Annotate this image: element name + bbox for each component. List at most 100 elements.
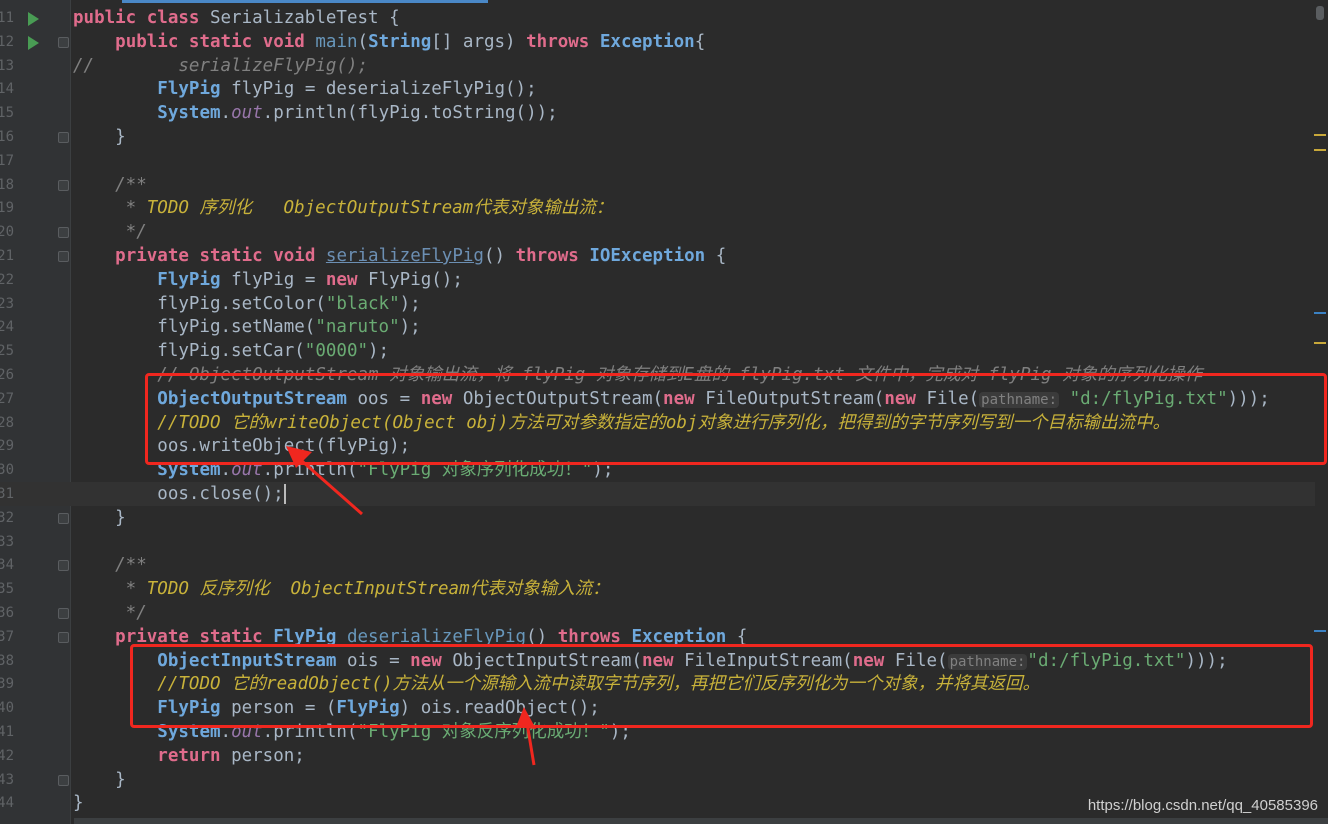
line-number[interactable]: 30	[0, 458, 14, 482]
usage-marker[interactable]	[1314, 312, 1326, 314]
code-line[interactable]: 17	[0, 149, 1315, 173]
code-text[interactable]: flyPig.setName("naruto");	[73, 315, 420, 339]
code-line[interactable]: 11 public class SerializableTest {	[0, 6, 1315, 30]
code-text[interactable]: flyPig.setCar("0000");	[73, 339, 389, 363]
code-text[interactable]: /**	[73, 173, 147, 197]
code-text[interactable]: public static void main(String[] args) t…	[73, 30, 705, 54]
code-text[interactable]: return person;	[73, 744, 305, 768]
code-editor[interactable]: 11 public class SerializableTest {12 publ…	[0, 0, 1328, 824]
line-number[interactable]: 34	[0, 553, 14, 577]
code-line[interactable]: 18 /**	[0, 173, 1315, 197]
code-line[interactable]: 43 }	[0, 768, 1315, 792]
fold-icon[interactable]	[58, 560, 69, 572]
code-line[interactable]: 31 oos.close();	[0, 482, 1315, 506]
code-text[interactable]: // serializeFlyPig();	[73, 54, 368, 78]
code-line[interactable]: 12 public static void main(String[] args…	[0, 30, 1315, 54]
line-number[interactable]: 41	[0, 720, 14, 744]
todo-marker[interactable]	[1314, 342, 1326, 344]
line-number[interactable]: 18	[0, 173, 14, 197]
code-line[interactable]: 32 }	[0, 506, 1315, 530]
code-line[interactable]: 13 // serializeFlyPig();	[0, 54, 1315, 78]
code-token: static	[199, 246, 274, 266]
code-text[interactable]: * TODO 反序列化 ObjectInputStream代表对象输入流：	[73, 577, 610, 601]
code-text[interactable]: flyPig.setColor("black");	[73, 292, 420, 316]
code-text[interactable]: * TODO 序列化 ObjectOutputStream代表对象输出流：	[73, 196, 614, 220]
fold-icon[interactable]	[58, 179, 69, 191]
code-line[interactable]: 42 return person;	[0, 744, 1315, 768]
code-line[interactable]: 36 */	[0, 601, 1315, 625]
fold-icon[interactable]	[58, 227, 69, 239]
line-number[interactable]: 39	[0, 672, 14, 696]
line-number[interactable]: 11	[0, 6, 14, 30]
run-icon[interactable]	[28, 35, 39, 50]
fold-icon[interactable]	[58, 608, 69, 619]
code-line[interactable]: 15 System.out.println(flyPig.toString())…	[0, 101, 1315, 125]
code-text[interactable]: /**	[73, 553, 147, 577]
line-number[interactable]: 22	[0, 268, 14, 292]
todo-marker[interactable]	[1314, 149, 1326, 151]
line-number[interactable]: 33	[0, 530, 14, 554]
line-number[interactable]: 29	[0, 434, 14, 458]
code-text[interactable]: */	[73, 220, 147, 244]
line-number[interactable]: 24	[0, 315, 14, 339]
line-number[interactable]: 44	[0, 791, 14, 815]
line-number[interactable]: 27	[0, 387, 14, 411]
line-number[interactable]: 12	[0, 30, 14, 54]
code-text[interactable]: public class SerializableTest {	[73, 6, 400, 30]
code-line[interactable]: 25 flyPig.setCar("0000");	[0, 339, 1315, 363]
code-line[interactable]: 23 flyPig.setColor("black");	[0, 292, 1315, 316]
code-line[interactable]: 16 }	[0, 125, 1315, 149]
code-text[interactable]: }	[73, 125, 126, 149]
fold-icon[interactable]	[58, 512, 69, 524]
line-number[interactable]: 38	[0, 649, 14, 673]
vertical-scrollbar-thumb[interactable]	[1316, 6, 1324, 20]
code-text[interactable]: }	[73, 791, 84, 815]
line-number[interactable]: 31	[0, 482, 14, 506]
code-text[interactable]: FlyPig flyPig = deserializeFlyPig();	[73, 77, 536, 101]
line-number[interactable]: 43	[0, 768, 14, 792]
code-text[interactable]: oos.close();	[73, 482, 286, 506]
line-number[interactable]: 42	[0, 744, 14, 768]
code-line[interactable]: 33	[0, 530, 1315, 554]
line-number[interactable]: 17	[0, 149, 14, 173]
line-number[interactable]: 16	[0, 125, 14, 149]
line-number[interactable]: 20	[0, 220, 14, 244]
line-number[interactable]: 25	[0, 339, 14, 363]
code-text[interactable]: }	[73, 768, 126, 792]
line-number[interactable]: 36	[0, 601, 14, 625]
code-text[interactable]: }	[73, 506, 126, 530]
horizontal-scrollbar[interactable]	[74, 818, 1328, 824]
code-text[interactable]: private static void serializeFlyPig() th…	[73, 244, 726, 268]
code-text[interactable]: */	[73, 601, 147, 625]
line-number[interactable]: 15	[0, 101, 14, 125]
line-number[interactable]: 13	[0, 54, 14, 78]
fold-icon[interactable]	[58, 36, 69, 48]
code-text[interactable]: FlyPig flyPig = new FlyPig();	[73, 268, 463, 292]
code-line[interactable]: 21 private static void serializeFlyPig()…	[0, 244, 1315, 268]
code-line[interactable]: 14 FlyPig flyPig = deserializeFlyPig();	[0, 77, 1315, 101]
code-line[interactable]: 22 FlyPig flyPig = new FlyPig();	[0, 268, 1315, 292]
fold-icon[interactable]	[58, 251, 69, 262]
code-line[interactable]: 34 /**	[0, 553, 1315, 577]
line-number[interactable]: 21	[0, 244, 14, 268]
line-number[interactable]: 14	[0, 77, 14, 101]
code-line[interactable]: 20 */	[0, 220, 1315, 244]
line-number[interactable]: 23	[0, 292, 14, 316]
run-icon[interactable]	[28, 12, 39, 26]
line-number[interactable]: 26	[0, 363, 14, 387]
code-line[interactable]: 19 * TODO 序列化 ObjectOutputStream代表对象输出流：	[0, 196, 1315, 220]
fold-icon[interactable]	[58, 631, 69, 643]
line-number[interactable]: 19	[0, 196, 14, 220]
line-number[interactable]: 37	[0, 625, 14, 649]
line-number[interactable]: 32	[0, 506, 14, 530]
code-line[interactable]: 24 flyPig.setName("naruto");	[0, 315, 1315, 339]
usage-marker[interactable]	[1314, 630, 1326, 632]
fold-icon[interactable]	[58, 132, 69, 143]
todo-marker[interactable]	[1314, 134, 1326, 136]
code-line[interactable]: 35 * TODO 反序列化 ObjectInputStream代表对象输入流：	[0, 577, 1315, 601]
line-number[interactable]: 35	[0, 577, 14, 601]
line-number[interactable]: 40	[0, 696, 14, 720]
code-text[interactable]: System.out.println(flyPig.toString());	[73, 101, 557, 125]
line-number[interactable]: 28	[0, 411, 14, 435]
fold-icon[interactable]	[58, 774, 69, 786]
